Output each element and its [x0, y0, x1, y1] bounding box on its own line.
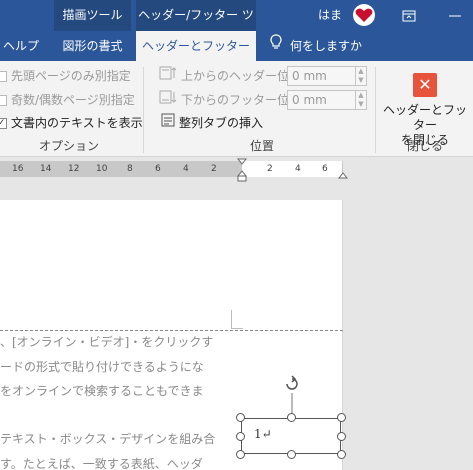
group-separator — [375, 67, 376, 153]
resize-handle[interactable] — [287, 450, 296, 459]
body-text-line[interactable]: ードの形式で貼り付けできるようにな — [0, 356, 204, 378]
body-text-line[interactable]: テキスト・ボックス・デザインを組み合 — [0, 428, 215, 450]
close-icon: ✕ — [413, 73, 437, 97]
alignment-tab-icon — [161, 113, 175, 133]
header-position-icon — [159, 66, 177, 86]
ribbon-display-options-icon[interactable] — [386, 0, 432, 31]
resize-handle[interactable] — [337, 450, 346, 459]
resize-handle[interactable] — [236, 432, 245, 441]
insert-alignment-tab-button[interactable]: 整列タブの挿入 — [161, 113, 263, 133]
show-document-text-label: 文書内のテキストを表示 — [11, 116, 143, 130]
tab-help[interactable]: ヘルプ — [0, 31, 42, 61]
tell-me-search[interactable]: 何をしますか — [270, 31, 370, 61]
minimize-icon[interactable] — [432, 0, 473, 31]
margin-corner-mark — [231, 328, 243, 329]
resize-handle[interactable] — [337, 432, 346, 441]
page-number-text[interactable]: 1↵ — [254, 427, 272, 441]
body-text-line[interactable]: をオンラインで検索することもできま — [0, 380, 204, 402]
footer-position-icon — [159, 90, 177, 110]
checkbox-icon — [0, 94, 7, 106]
header-from-top-value: 0 mm — [292, 69, 327, 83]
resize-handle[interactable] — [287, 413, 296, 422]
different-odd-even-checkbox[interactable]: 奇数/偶数ページ別指定 — [0, 90, 135, 110]
ruler-number: 4 — [295, 164, 301, 174]
different-first-page-checkbox[interactable]: 先頭ページのみ別指定 — [0, 66, 131, 86]
insert-alignment-tab-label: 整列タブの挿入 — [179, 116, 264, 130]
ruler-number: 10 — [96, 164, 108, 174]
right-indent-marker-icon[interactable] — [337, 169, 349, 183]
header-from-top-input[interactable]: 0 mm ▲ ▼ — [287, 66, 367, 86]
heart-avatar-icon[interactable] — [353, 4, 375, 26]
lightbulb-icon — [270, 31, 282, 61]
checkbox-icon — [0, 70, 7, 82]
spinner-arrows-icon[interactable]: ▲ ▼ — [355, 67, 366, 85]
group-label-options: オプション — [38, 139, 99, 153]
tab-shape-format[interactable]: 図形の書式 — [54, 31, 131, 61]
ruler-number: 8 — [127, 164, 133, 174]
ruler-number: 6 — [322, 164, 328, 174]
close-header-footer-label-1: ヘッダーとフッター — [383, 103, 468, 132]
document-canvas[interactable]: 、[オンライン・ビデオ]・をクリックす ードの形式で貼り付けできるようにな をオ… — [0, 182, 473, 470]
resize-handle[interactable] — [337, 413, 346, 422]
indent-marker-icon[interactable] — [236, 158, 248, 185]
resize-handle[interactable] — [236, 413, 245, 422]
group-separator — [143, 67, 144, 153]
ribbon-tab-row: ヘルプ 図形の書式 ヘッダーとフッター 何をしますか — [0, 31, 473, 61]
different-first-page-label: 先頭ページのみ別指定 — [11, 69, 131, 83]
context-tab-draw-tools: 描画ツール — [54, 0, 131, 31]
show-document-text-checkbox[interactable]: ✓ 文書内のテキストを表示 — [0, 113, 143, 133]
tell-me-label: 何をしますか — [290, 39, 363, 53]
checkmark-icon: ✓ — [0, 117, 7, 129]
context-tab-header-footer-tools: ヘッダー/フッター ツール — [136, 0, 256, 53]
footer-from-bottom-value: 0 mm — [292, 93, 327, 107]
header-from-top-control: 上からのヘッダー位置: — [159, 66, 305, 86]
footer-from-bottom-input[interactable]: 0 mm ▲ ▼ — [287, 90, 367, 110]
footer-from-bottom-control: 下からのフッター位置: — [159, 90, 305, 110]
margin-corner-mark — [231, 310, 232, 328]
ruler-number: 6 — [155, 164, 161, 174]
ruler-number: 2 — [211, 164, 217, 174]
resize-handle[interactable] — [236, 450, 245, 459]
ribbon-panel: 先頭ページのみ別指定 奇数/偶数ページ別指定 ✓ 文書内のテキストを表示 オプシ… — [0, 61, 473, 157]
rotate-handle-icon[interactable] — [283, 375, 301, 393]
body-text-line[interactable]: す。たとえば、一致する表紙、ヘッダ — [0, 453, 203, 470]
horizontal-ruler[interactable]: 16 14 12 10 8 6 4 2 2 4 6 — [0, 158, 473, 182]
group-label-close: 閉じる — [406, 139, 443, 153]
ruler-number: 14 — [40, 164, 52, 174]
group-label-position: 位置 — [249, 139, 274, 153]
ruler-number: 12 — [68, 164, 80, 174]
ruler-number: 4 — [183, 164, 189, 174]
tab-header-footer[interactable]: ヘッダーとフッター — [136, 31, 256, 61]
ruler-number: 2 — [267, 164, 273, 174]
user-name[interactable]: はま — [318, 0, 342, 31]
ruler-number: 16 — [12, 164, 24, 174]
spinner-arrows-icon[interactable]: ▲ ▼ — [355, 91, 366, 109]
title-bar: 描画ツール ヘッダー/フッター ツール はま — [0, 0, 473, 53]
different-odd-even-label: 奇数/偶数ページ別指定 — [11, 93, 135, 107]
body-text-line[interactable]: 、[オンライン・ビデオ]・をクリックす — [0, 331, 213, 353]
